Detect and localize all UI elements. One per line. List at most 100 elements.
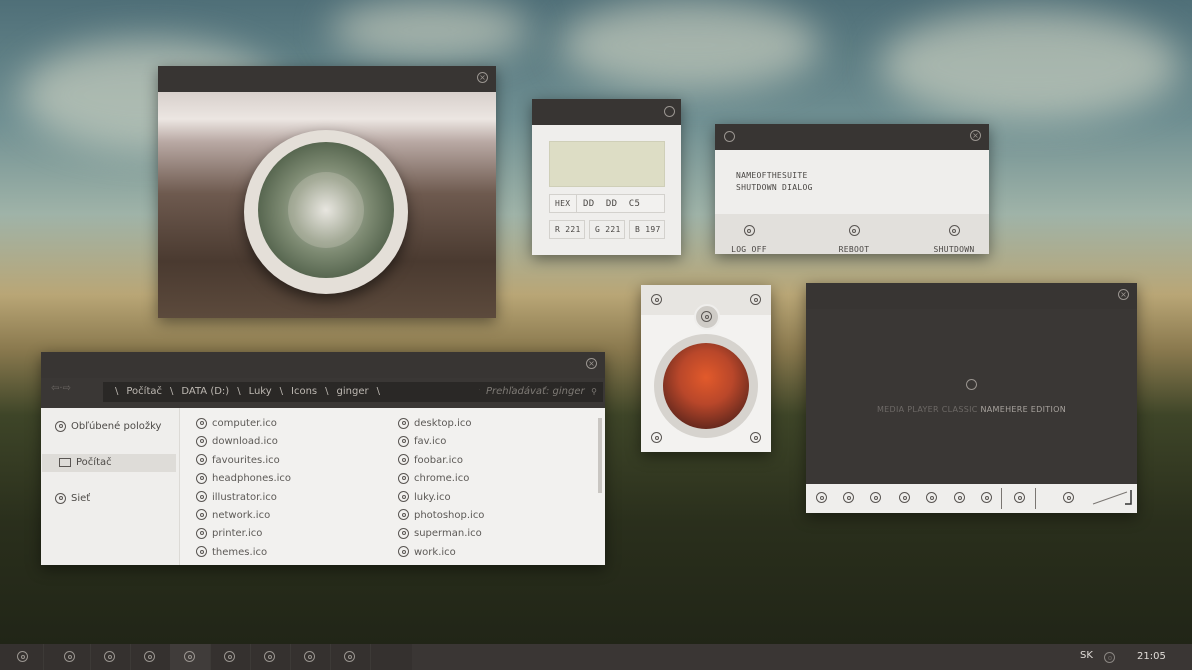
taskbar-app[interactable]	[170, 644, 211, 670]
file-item[interactable]: themes.ico	[196, 544, 291, 562]
file-icon	[196, 472, 207, 484]
settings-icon[interactable]	[664, 106, 675, 117]
breadcrumb-separator: \	[325, 386, 329, 397]
pause-icon[interactable]	[843, 492, 854, 503]
file-icon	[398, 472, 409, 484]
skip-forward-icon[interactable]	[981, 492, 992, 503]
g-field[interactable]: G 221	[589, 220, 625, 239]
file-name: chrome.ico	[414, 473, 470, 485]
scrollbar[interactable]	[598, 418, 602, 493]
breadcrumb[interactable]: \ Počítač \ DATA (D:) \ Luky \ Icons \ ginger \	[103, 386, 380, 397]
file-item[interactable]: printer.ico	[196, 525, 291, 543]
file-item[interactable]: work.ico	[398, 544, 484, 562]
file-name: download.ico	[212, 436, 278, 448]
sidebar-item-computer[interactable]: Počítač	[42, 454, 176, 472]
file-item[interactable]: photoshop.ico	[398, 507, 484, 525]
sidebar-label: Sieť	[71, 493, 91, 504]
file-name: desktop.ico	[414, 418, 472, 429]
file-item[interactable]: headphones.ico	[196, 470, 291, 488]
taskbar-app[interactable]	[90, 644, 131, 670]
taskbar-app[interactable]	[130, 644, 171, 670]
file-item[interactable]: favourites.ico	[196, 452, 291, 470]
monitor-icon	[59, 457, 71, 467]
skip-back-icon[interactable]	[899, 492, 910, 503]
close-icon[interactable]: ×	[477, 72, 488, 83]
nav-arrows[interactable]: ⇦·⇨	[51, 383, 71, 394]
bg-cloud	[880, 10, 1180, 120]
taskbar: SK 21:05	[0, 644, 1192, 670]
search-icon[interactable]: ⚲	[591, 382, 597, 402]
close-icon[interactable]: ×	[970, 130, 981, 141]
cactus-photo	[158, 92, 496, 318]
taskbar-app[interactable]	[250, 644, 291, 670]
forward-icon[interactable]	[954, 492, 965, 503]
hex-field[interactable]: HEX DD DD C5	[549, 194, 665, 213]
reboot-label: REBOOT	[838, 245, 870, 254]
breadcrumb-item[interactable]: Luky	[249, 386, 272, 397]
prev-icon[interactable]	[651, 432, 662, 443]
file-icon	[398, 509, 409, 521]
image-viewer-window: ×	[158, 66, 496, 318]
titlebar	[532, 99, 681, 125]
file-item[interactable]: desktop.ico	[398, 415, 484, 433]
search-input[interactable]: Prehľadávať: ginger	[480, 386, 585, 397]
address-bar[interactable]: \Počítač\DATA (D:)\Luky\Icons\ginger\ ▼ …	[103, 382, 513, 402]
sidebar-item-favorites[interactable]: Obľúbené položky	[41, 418, 179, 436]
file-item[interactable]: download.ico	[196, 433, 291, 451]
taskbar-app[interactable]	[210, 644, 251, 670]
volume-slider[interactable]	[1091, 488, 1135, 508]
shutdown-dialog: × NAMEOFTHESUITE SHUTDOWN DIALOG LOG OFF…	[715, 124, 989, 254]
file-item[interactable]: foobar.ico	[398, 452, 484, 470]
file-item[interactable]: fav.ico	[398, 433, 484, 451]
close-icon[interactable]: ×	[1118, 289, 1129, 300]
file-item[interactable]: superman.ico	[398, 525, 484, 543]
b-field[interactable]: B 197	[629, 220, 665, 239]
close-icon[interactable]: ×	[586, 358, 597, 369]
breadcrumb-separator: \	[237, 386, 241, 397]
file-icon	[398, 527, 409, 539]
stop-icon[interactable]	[870, 492, 881, 503]
file-icon	[398, 435, 409, 447]
actions-bar: LOG OFF REBOOT SHUTDOWN	[715, 214, 989, 254]
shutdown-button[interactable]: SHUTDOWN	[929, 220, 979, 254]
tray-settings-icon[interactable]	[1104, 652, 1115, 663]
taskbar-app[interactable]	[290, 644, 331, 670]
fullscreen-icon[interactable]	[1014, 492, 1025, 503]
r-field[interactable]: R 221	[549, 220, 585, 239]
clock[interactable]: 21:05	[1137, 651, 1166, 662]
file-item[interactable]: illustrator.ico	[196, 489, 291, 507]
play-button[interactable]	[694, 304, 720, 330]
play-icon[interactable]	[816, 492, 827, 503]
breadcrumb-item[interactable]: Počítač	[126, 386, 162, 397]
album-art	[663, 343, 749, 429]
breadcrumb-item[interactable]: ginger	[337, 386, 369, 397]
volume-icon[interactable]	[1063, 492, 1074, 503]
media-title-edition: NAMEHERE EDITION	[980, 405, 1067, 414]
sidebar-item-network[interactable]: Sieť	[41, 490, 179, 508]
language-indicator[interactable]: SK	[1080, 650, 1093, 661]
reboot-button[interactable]: REBOOT	[834, 220, 874, 254]
breadcrumb-item[interactable]: Icons	[291, 386, 317, 397]
logoff-button[interactable]: LOG OFF	[729, 220, 769, 254]
file-item[interactable]: chrome.ico	[398, 470, 484, 488]
file-item[interactable]: luky.ico	[398, 489, 484, 507]
taskbar-app[interactable]	[330, 644, 371, 670]
taskbar-app[interactable]	[50, 644, 91, 670]
search-box[interactable]: Prehľadávať: ginger ⚲	[480, 382, 603, 402]
file-item[interactable]: network.ico	[196, 507, 291, 525]
hex-label: HEX	[555, 199, 571, 208]
controls-bar	[806, 484, 1137, 513]
next-icon[interactable]	[750, 432, 761, 443]
close-icon[interactable]	[651, 294, 662, 305]
rewind-icon[interactable]	[926, 492, 937, 503]
shutdown-label: SHUTDOWN	[933, 245, 975, 254]
breadcrumb-item[interactable]: DATA (D:)	[181, 386, 229, 397]
file-item[interactable]: computer.ico	[196, 415, 291, 433]
sidebar-label: Počítač	[76, 457, 112, 468]
g-value: G 221	[595, 225, 621, 234]
start-button[interactable]	[3, 644, 44, 670]
file-name: network.ico	[212, 509, 271, 521]
resize-icon[interactable]	[750, 294, 761, 305]
color-swatch[interactable]	[549, 141, 665, 187]
settings-icon	[17, 651, 28, 662]
